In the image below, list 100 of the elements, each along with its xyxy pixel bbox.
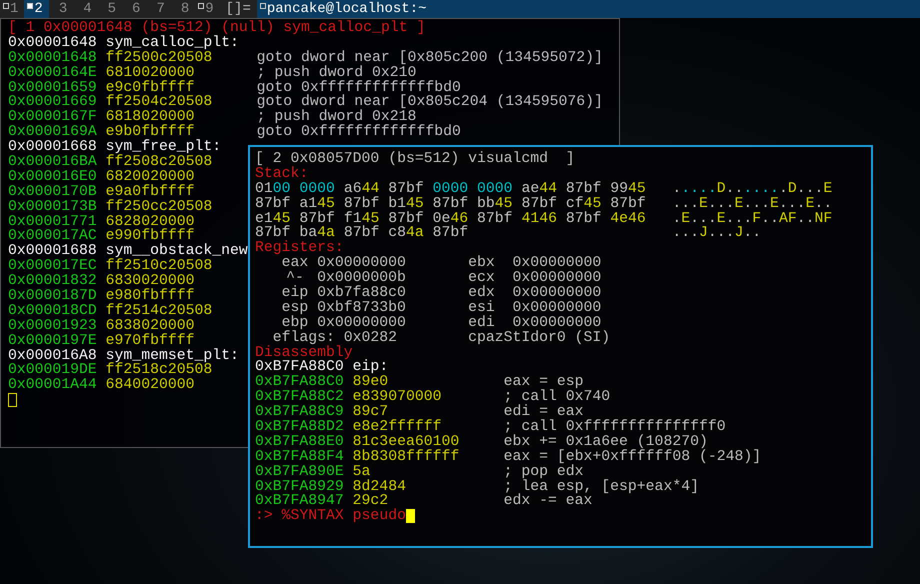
address: 0x0000173B: [8, 200, 97, 215]
address: 0x00001669: [8, 95, 97, 110]
hex-bytes: 8b8308ffffff: [352, 450, 460, 465]
workspace-tag[interactable]: 9: [195, 0, 220, 18]
register-value: 0x00000000: [317, 256, 407, 272]
hex-bytes: 5a: [352, 464, 370, 480]
address: 0xB7FA8929: [255, 480, 344, 494]
hex-bytes: e9b0fbffff: [106, 125, 194, 140]
register-value: 0x00000000: [512, 300, 602, 316]
workspace-tag[interactable]: 1: [0, 0, 24, 18]
hex-word: a644: [344, 182, 380, 197]
workspace-tag[interactable]: 3: [48, 0, 74, 18]
hex-word: 9945: [610, 182, 646, 197]
address: 0xB7FA88C9: [255, 405, 344, 420]
workspace-tag[interactable]: 7: [146, 0, 171, 18]
address: 0x000017AC: [8, 229, 97, 244]
address: 0x0000187D: [8, 289, 97, 304]
hex-word: 87bf: [255, 196, 291, 212]
hex-bytes: 89c7: [352, 405, 388, 420]
register-value: 0x00000000: [512, 271, 602, 286]
instruction: goto 0xfffffffffffffbd0: [256, 125, 461, 140]
hex-bytes: e8e2ffffff: [352, 420, 442, 435]
hex-word: 87bf: [299, 212, 335, 226]
layout-symbol: []=: [224, 0, 252, 18]
hex-bytes: 6828020000: [106, 214, 196, 230]
hex-word: 87bf: [388, 212, 424, 226]
address: 0x0000164E: [8, 66, 97, 81]
symbol-address: 0x00001648: [8, 36, 97, 51]
symbol-label: sym_calloc_plt:: [106, 36, 239, 51]
eflags-value: eflags: 0x0282: [272, 330, 398, 346]
hex-word: ae44: [521, 182, 557, 197]
symbol-address: 0x00001688: [8, 244, 97, 260]
hex-word: b145: [388, 196, 424, 212]
address: 0xB7FA890E: [255, 464, 344, 480]
hex-bytes: ff2500c20508: [106, 50, 214, 66]
symbol-address: 0x000016A8: [8, 348, 97, 364]
hex-word: 87bf: [344, 226, 380, 242]
hex-bytes: e9c0fbffff: [106, 80, 194, 96]
instruction: ; pop edx: [504, 464, 584, 480]
register-value: 0x00000000: [512, 316, 602, 331]
hex-word: a145: [299, 196, 335, 212]
workspace-tag[interactable]: 2: [24, 0, 49, 18]
section-heading: Disassembly: [255, 346, 353, 360]
address: 0x0000167F: [8, 110, 97, 126]
hex-bytes: ff2508c20508: [106, 155, 214, 170]
hex-bytes: ff2504c20508: [106, 95, 214, 110]
register-name: ebx: [468, 256, 496, 272]
section-heading: Registers:: [255, 241, 344, 256]
hex-word: 0000: [299, 182, 335, 197]
hex-bytes: ff2514c20508: [106, 304, 214, 319]
hex-bytes: e839070000: [352, 390, 442, 406]
hex-bytes: ff2518c20508: [106, 363, 212, 378]
hex-bytes: 6810020000: [106, 66, 196, 81]
instruction: ; push dword 0x218: [256, 110, 416, 126]
symbol-address: 0x00001668: [8, 140, 97, 156]
address: 0x000017EC: [8, 259, 97, 274]
hex-word: 0000: [477, 182, 513, 197]
address: 0x0000169A: [8, 125, 97, 140]
symbol-label: sym_free_plt:: [106, 140, 222, 156]
hex-bytes: 81c3eea60100: [352, 434, 460, 450]
instruction: ; call 0xfffffffffffffff0: [504, 420, 726, 435]
hex-word: cf45: [566, 196, 602, 212]
hex-word: ba4a: [299, 226, 335, 242]
register-name: ecx: [468, 271, 496, 286]
register-value: 0x0000000b: [317, 271, 407, 286]
register-value: 0x00000000: [512, 256, 602, 272]
address: 0x00001923: [8, 318, 97, 334]
instruction: eax = esp: [504, 375, 584, 390]
hex-bytes: ff250cc20508: [106, 200, 214, 215]
text-cursor: [8, 393, 17, 408]
ascii-dump: ...J...J..: [672, 226, 762, 242]
address: 0x00001771: [8, 214, 97, 230]
hex-word: 87bf: [477, 212, 513, 226]
address: 0xB7FA88D2: [255, 420, 344, 435]
instruction: eax = [ebx+0xffffff08 (-248)]: [504, 450, 762, 465]
workspace-tag[interactable]: 5: [98, 0, 122, 18]
register-name: ^-: [286, 271, 304, 286]
address: 0x0000197E: [8, 334, 97, 349]
register-name: esi: [468, 300, 496, 316]
flags-text: cpazStIdor0 (SI): [468, 330, 610, 346]
register-value: 0xb7fa88c0: [317, 286, 407, 301]
workspace-tag[interactable]: 8: [170, 0, 196, 18]
workspace-tag[interactable]: 4: [73, 0, 98, 18]
window-title: pancake@localhost:~: [256, 0, 920, 18]
command-input[interactable]: %SYNTAX pseudo: [282, 509, 406, 524]
prompt-symbol: :>: [255, 509, 273, 524]
instruction: ; call 0x740: [504, 390, 610, 406]
hex-word: 4e46: [610, 212, 646, 226]
address: 0x00001659: [8, 80, 97, 96]
ascii-dump: ...E...E...E...E..: [672, 196, 832, 212]
hex-bytes: ff2510c20508: [106, 259, 214, 274]
hex-bytes: 6840020000: [106, 378, 196, 394]
hex-word: 87bf: [610, 196, 646, 212]
address: 0x00001648: [8, 50, 97, 66]
terminal-header: [ 1 0x00001648 (bs=512) (null) sym_calloc_plt ]: [8, 21, 426, 36]
workspace-tag[interactable]: 6: [122, 0, 146, 18]
instruction: goto dword near [0x805c204 (134595076)]: [256, 95, 603, 110]
register-value: 0x00000000: [512, 286, 602, 301]
address: 0x000019DE: [8, 363, 97, 378]
hex-bytes: 6838020000: [106, 318, 196, 334]
